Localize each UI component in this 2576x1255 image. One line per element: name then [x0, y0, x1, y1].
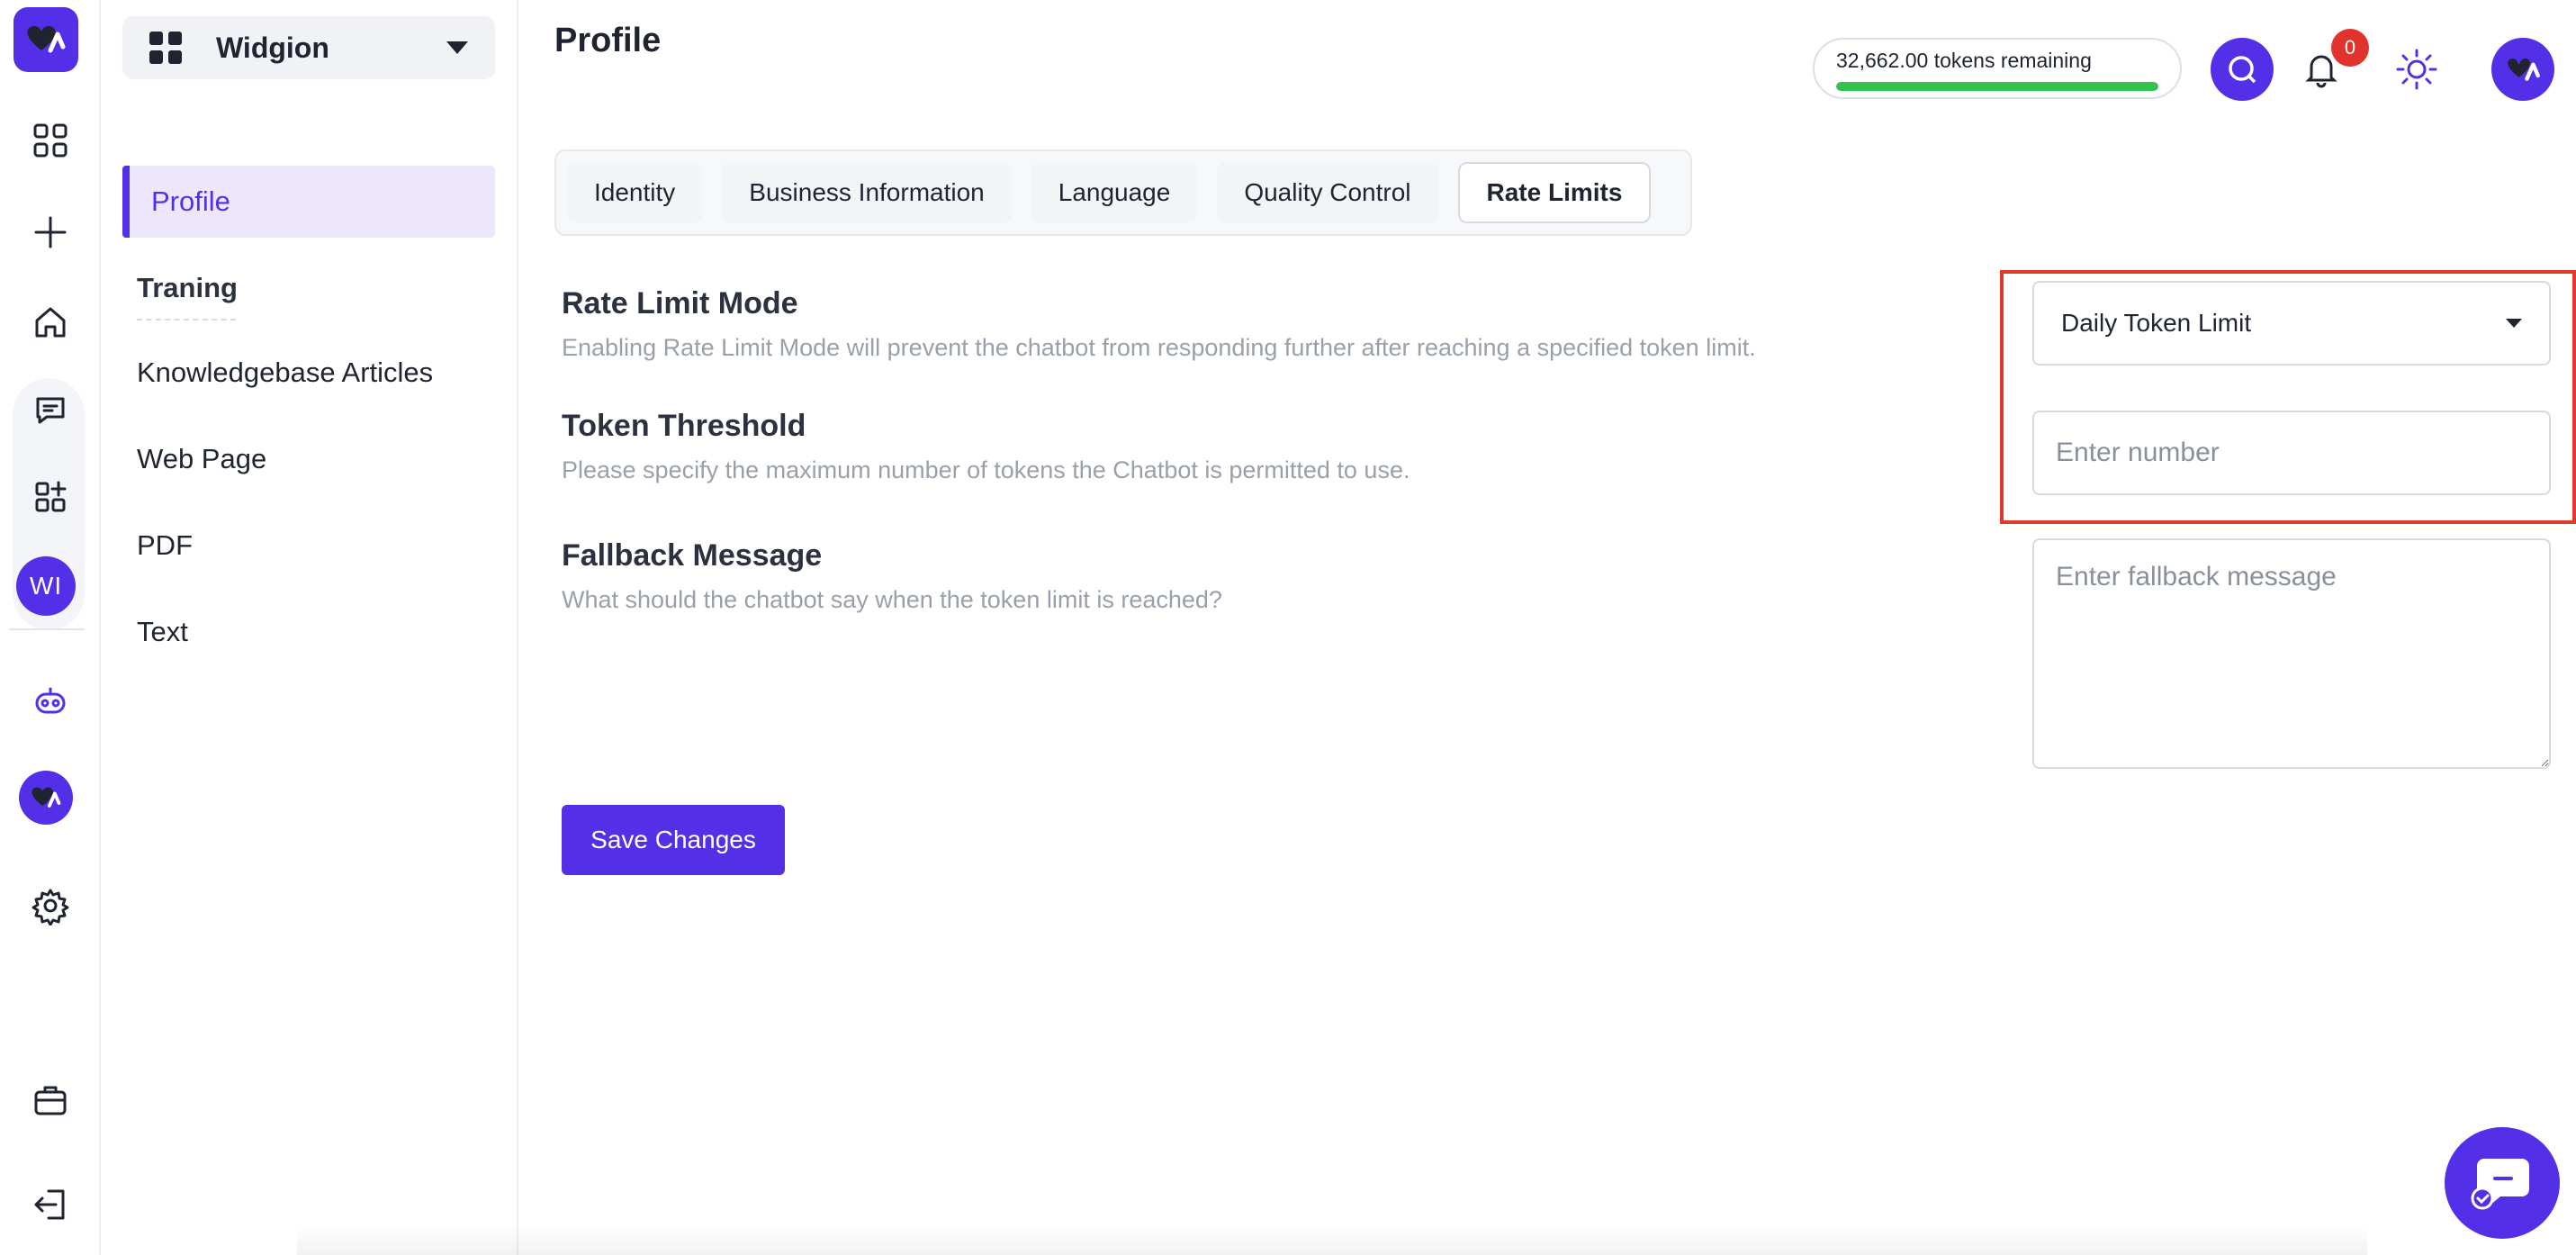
rate-limit-mode-value: Daily Token Limit — [2061, 309, 2252, 337]
chevron-down-icon — [446, 41, 468, 54]
tokens-remaining: 32,662.00 tokens remaining — [1813, 38, 2182, 99]
rate-limit-mode-label: Rate Limit Mode — [562, 286, 798, 321]
sun-icon — [2396, 49, 2437, 90]
logo-icon[interactable] — [14, 7, 78, 72]
dashboard-icon[interactable] — [18, 108, 83, 173]
tokens-bar — [1836, 82, 2158, 91]
divider — [137, 319, 236, 328]
main-content: Profile 32,662.00 tokens remaining 0 Ide… — [520, 0, 2576, 1255]
token-threshold-row: Token Threshold Please specify the maxim… — [562, 409, 1410, 484]
fallback-message-input[interactable] — [2032, 538, 2551, 769]
workspace-avatar[interactable]: WI — [16, 556, 76, 616]
sidebar-item-training[interactable]: Traning — [122, 252, 495, 324]
chevron-down-icon — [2506, 319, 2522, 328]
rate-limit-mode-select[interactable]: Daily Token Limit — [2032, 281, 2551, 366]
tokens-bar-fill — [1836, 82, 2158, 91]
user-avatar[interactable] — [2491, 38, 2554, 101]
chat-icon[interactable] — [18, 378, 83, 443]
bottom-shadow — [297, 1224, 2367, 1255]
search-button[interactable] — [2211, 38, 2274, 101]
rate-limit-mode-description: Enabling Rate Limit Mode will prevent th… — [562, 334, 1756, 361]
rail-divider — [9, 628, 85, 630]
profile-tabs: Identity Business Information Language Q… — [554, 149, 1692, 236]
gear-icon[interactable] — [18, 873, 83, 938]
tab-quality-control[interactable]: Quality Control — [1217, 162, 1438, 223]
bot-avatar[interactable] — [19, 771, 73, 825]
settings-sidebar: Widgion Profile Traning Knowledgebase Ar… — [101, 0, 518, 1255]
tab-identity[interactable]: Identity — [567, 162, 703, 223]
tokens-text: 32,662.00 tokens remaining — [1836, 49, 2092, 72]
search-icon — [2229, 56, 2256, 84]
tab-rate-limits[interactable]: Rate Limits — [1457, 162, 1652, 223]
page-title: Profile — [554, 22, 662, 59]
chat-widget-button[interactable] — [2445, 1127, 2560, 1239]
sidebar-nav: Profile Traning Knowledgebase Articles W… — [122, 166, 495, 682]
fallback-message-row: Fallback Message What should the chatbot… — [562, 538, 1222, 614]
workspace-name: Widgion — [216, 31, 329, 64]
save-changes-button[interactable]: Save Changes — [562, 805, 785, 875]
notification-badge: 0 — [2331, 29, 2369, 67]
sidebar-item-text[interactable]: Text — [122, 596, 495, 668]
icon-rail: WI — [0, 0, 101, 1255]
apps-icon[interactable] — [18, 465, 83, 529]
token-threshold-label: Token Threshold — [562, 409, 806, 443]
sidebar-item-profile[interactable]: Profile — [122, 166, 495, 238]
grid-icon — [149, 32, 182, 64]
fallback-message-label: Fallback Message — [562, 538, 823, 573]
plus-icon[interactable] — [18, 200, 83, 265]
app-root: WI Widgion Profile Traning Knowledgebase — [0, 0, 2576, 1255]
briefcase-icon[interactable] — [18, 1068, 83, 1133]
tab-business-information[interactable]: Business Information — [722, 162, 1012, 223]
sidebar-item-web-page[interactable]: Web Page — [122, 423, 495, 495]
home-icon[interactable] — [18, 290, 83, 355]
theme-toggle-button[interactable] — [2385, 38, 2448, 101]
workspace-selector[interactable]: Widgion — [122, 16, 495, 79]
rate-limit-mode-row: Rate Limit Mode Enabling Rate Limit Mode… — [562, 286, 1756, 362]
fallback-message-description: What should the chatbot say when the tok… — [562, 586, 1222, 613]
sidebar-item-knowledgebase[interactable]: Knowledgebase Articles — [122, 337, 495, 409]
token-threshold-input[interactable] — [2032, 411, 2551, 495]
token-threshold-description: Please specify the maximum number of tok… — [562, 456, 1410, 483]
chat-bubble-icon — [2471, 1159, 2529, 1210]
tab-language[interactable]: Language — [1031, 162, 1198, 223]
sidebar-item-pdf[interactable]: PDF — [122, 510, 495, 582]
logout-icon[interactable] — [18, 1172, 83, 1237]
bot-icon[interactable] — [18, 668, 83, 733]
